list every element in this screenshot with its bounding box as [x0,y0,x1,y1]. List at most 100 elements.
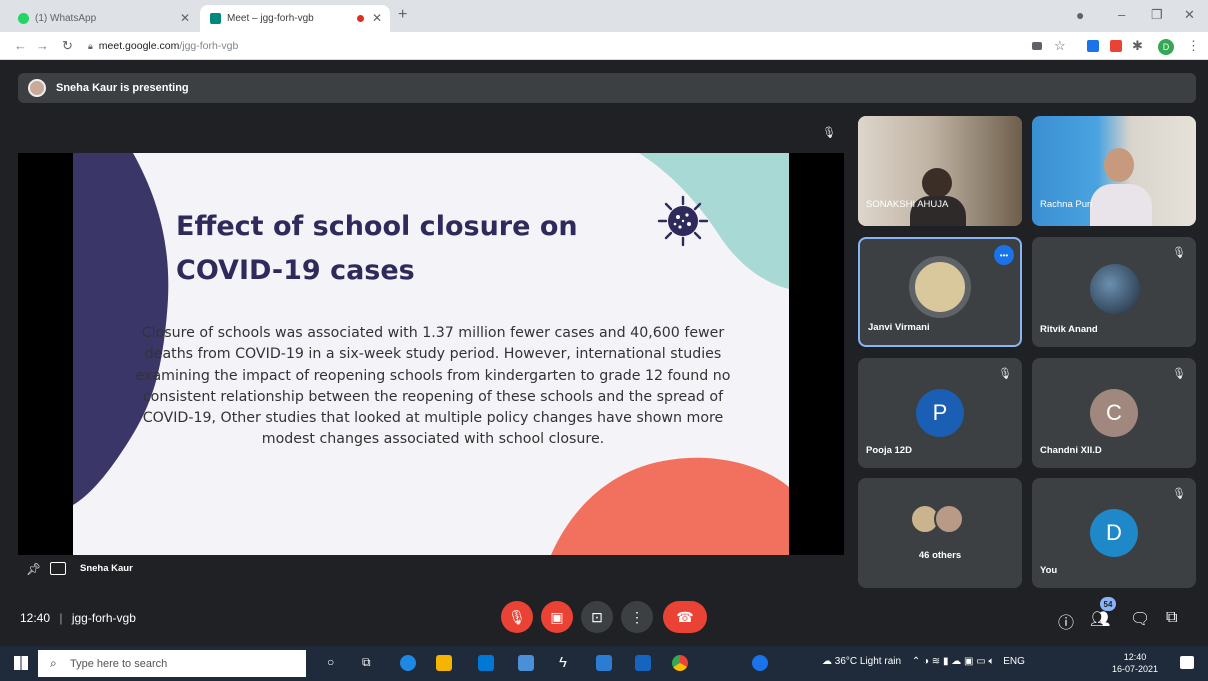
virus-icon [657,195,709,247]
forward-icon[interactable]: → [36,38,49,53]
word-icon[interactable] [596,655,612,671]
mic-off-icon: 🎙︎ [822,127,836,139]
weather-text[interactable]: 36°C Light rain [835,656,901,667]
address-bar: ← → ↻ 🔒︎ meet.google.com/jgg-forh-vgb ☆ … [0,32,1208,60]
chat-icon[interactable]: 🗨︎ [1130,609,1150,629]
avatar-initial: P [916,389,964,437]
participant-tile[interactable]: Rachna Puri [1032,116,1196,226]
extension-icon[interactable] [1110,40,1122,52]
mic-off-icon: 🎙︎ [1172,368,1186,380]
meeting-time: 12:40 [20,611,51,625]
meeting-details-icon[interactable]: ⓘ [1058,609,1074,633]
participant-tile[interactable]: 🎙︎ P Pooja 12D [858,358,1022,468]
browser-menu-icon[interactable]: ⋮ [1187,38,1200,54]
participant-avatar [909,256,971,318]
people-icon[interactable]: 👥︎ [1090,609,1110,629]
back-icon[interactable]: ← [14,38,27,53]
participant-tile[interactable]: 🎙︎ C Chandni XII.D [1032,358,1196,468]
self-tile[interactable]: 🎙︎ D You [1032,478,1196,588]
notifications-icon[interactable] [1180,656,1194,669]
avatar-initial: C [1090,389,1138,437]
url-path: /jgg-forh-vgb [179,40,239,52]
slide-body: Closure of schools was associated with 1… [135,325,731,448]
profile-avatar[interactable]: D [1158,39,1174,55]
taskbar-search-input[interactable]: ⌕ Type here to search [38,650,306,677]
close-tab-icon[interactable]: ✕ [180,11,190,25]
windows-start-icon[interactable] [14,656,28,670]
participant-tile[interactable]: SONAKSHI AHUJA [858,116,1022,226]
speaking-indicator-icon: ••• [994,245,1014,265]
tab-label: (1) WhatsApp [35,13,97,24]
slide-coral-blob [551,457,789,555]
edge-icon[interactable] [400,655,416,671]
cortana-icon[interactable]: ○ [327,655,334,669]
app-icon[interactable] [635,655,651,671]
presenter-name: Sneha Kaur [80,563,133,574]
camera-icon[interactable] [1032,42,1042,50]
separator: | [59,611,63,625]
present-screen-icon[interactable] [50,562,66,575]
tab-label: Meet – jgg-forh-vgb [227,13,314,24]
participant-video-head [922,168,952,198]
slide-title: Effect of school closure on COVID-19 cas… [176,211,578,286]
app-icon[interactable]: ϟ [559,654,567,671]
dropbox-icon[interactable] [518,655,534,671]
leave-call-button[interactable]: ☎︎ [663,601,707,633]
lock-icon: 🔒︎ [88,40,93,51]
avatar [28,79,46,97]
tab-whatsapp[interactable]: (1) WhatsApp ✕ [8,5,198,32]
language-indicator[interactable]: ENG [1003,656,1025,667]
mic-off-icon: 🎙︎ [998,368,1012,380]
participant-name: Pooja 12D [866,445,912,456]
participant-tile[interactable]: 🎙︎ Ritvik Anand [1032,237,1196,347]
chrome-icon[interactable] [672,655,688,671]
activities-icon[interactable]: ⧉ [1166,609,1177,627]
new-tab-button[interactable]: + [398,6,407,24]
media-indicator-icon[interactable]: ● [1076,7,1084,23]
participant-video-head [1104,148,1134,182]
participant-name: Ritvik Anand [1040,324,1098,335]
participant-name: Chandni XII.D [1040,445,1102,456]
url-field[interactable]: 🔒︎ meet.google.com/jgg-forh-vgb [88,36,1018,56]
present-now-button[interactable]: ⊡ [581,601,613,633]
help-icon[interactable] [752,655,768,671]
presentation-stage[interactable]: Effect of school closure on COVID-19 cas… [18,153,844,555]
meet-window: Sneha Kaur is presenting 🎙︎ Effect of sc… [0,60,1208,646]
bookmark-star-icon[interactable]: ☆ [1054,38,1066,54]
participant-tile-active-speaker[interactable]: ••• Janvi Virmani [858,237,1022,347]
slide: Effect of school closure on COVID-19 cas… [73,153,789,555]
participant-name: Rachna Puri [1040,199,1093,210]
search-placeholder: Type here to search [70,657,168,670]
others-tile[interactable]: 46 others [858,478,1022,588]
minimize-button[interactable]: – [1118,7,1125,22]
more-options-button[interactable]: ⋮ [621,601,653,633]
camera-toggle-button[interactable]: ▣ [541,601,573,633]
participant-name: SONAKSHI AHUJA [866,199,949,210]
extension-grid-icon[interactable] [1087,40,1099,52]
participant-avatar [934,504,964,534]
meeting-info: 12:40 | jgg-forh-vgb [20,611,136,625]
reload-icon[interactable]: ↻ [62,38,73,54]
mail-icon[interactable] [478,655,494,671]
close-tab-icon[interactable]: ✕ [372,11,382,25]
maximize-button[interactable]: ❐ [1151,7,1163,23]
tray-icons[interactable]: ⌃ ◑ ≋ ▮ ☁ ▣ ▭ 🔈︎ [912,656,995,667]
windows-taskbar: ⌕ Type here to search ○ ⧉ ϟ ☁ 36°C Light… [0,646,1208,681]
avatar-initial: D [1090,509,1138,557]
tab-meet[interactable]: Meet – jgg-forh-vgb ✕ [200,5,390,32]
browser-tab-bar: (1) WhatsApp ✕ Meet – jgg-forh-vgb ✕ + ●… [0,0,1208,32]
extensions-puzzle-icon[interactable]: ✱ [1132,38,1143,54]
pin-icon[interactable]: 📌︎ [26,562,41,576]
taskbar-clock[interactable]: 12:40 16-07-2021 [1112,651,1158,675]
mic-off-icon: 🎙︎ [1172,488,1186,500]
presenting-banner: Sneha Kaur is presenting [18,73,1196,103]
close-window-button[interactable]: ✕ [1184,7,1195,23]
file-explorer-icon[interactable] [436,655,452,671]
recording-dot-icon [357,15,364,22]
participants-count-badge: 54 [1100,597,1116,611]
participant-video-body [1090,184,1152,226]
others-count: 46 others [918,550,962,561]
mic-toggle-button[interactable]: 🎙︎ [501,601,533,633]
task-view-icon[interactable]: ⧉ [362,655,371,670]
weather-icon: ☁ [822,656,832,667]
